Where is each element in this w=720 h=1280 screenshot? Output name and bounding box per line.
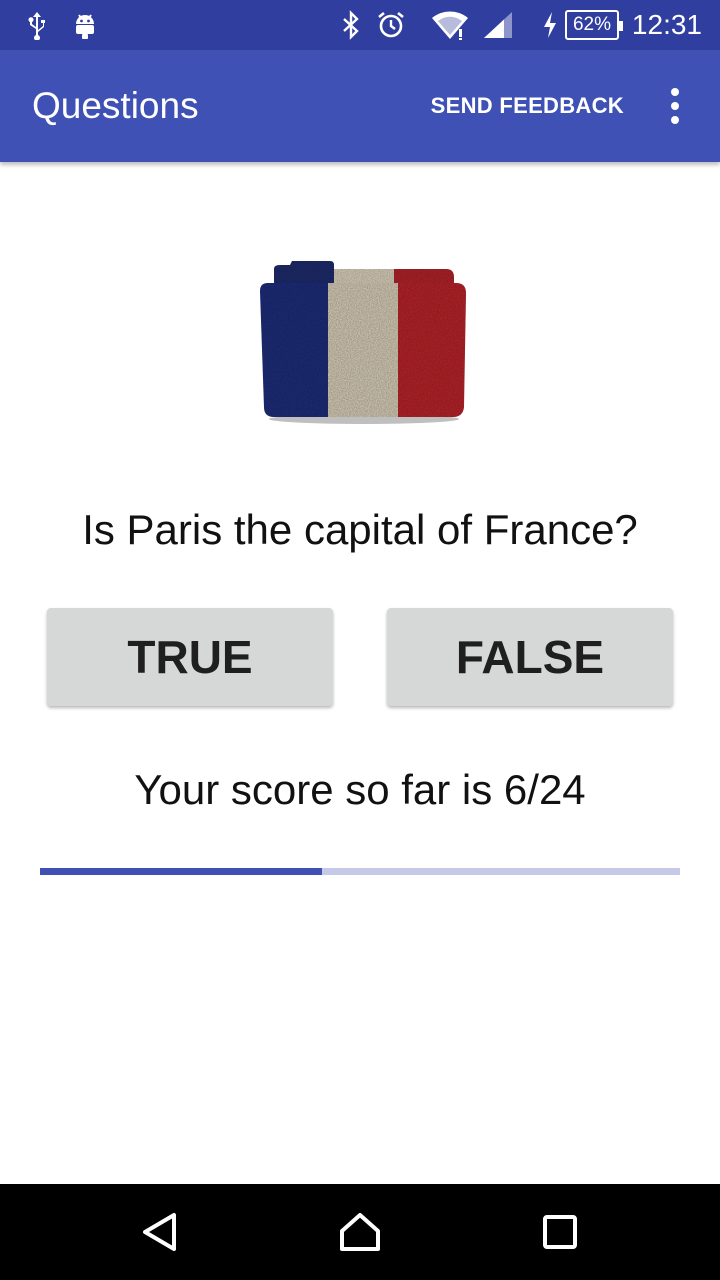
app-title: Questions xyxy=(32,85,199,126)
navigation-bar xyxy=(0,1184,720,1280)
clock: 12:31 xyxy=(631,9,702,40)
bluetooth-icon xyxy=(336,0,366,50)
back-icon[interactable] xyxy=(130,1202,190,1262)
progress-bar xyxy=(40,868,680,875)
home-icon[interactable] xyxy=(330,1202,390,1262)
progress-bar-fill xyxy=(40,868,322,875)
battery-percent: 62% xyxy=(572,14,612,35)
france-flag-folder-icon xyxy=(254,255,470,425)
score-text: Your score so far is 6/24 xyxy=(134,766,586,813)
battery-icon: 62% xyxy=(564,0,623,50)
question-text: Is Paris the capital of France? xyxy=(82,506,638,553)
send-feedback-button[interactable]: SEND FEEDBACK xyxy=(431,50,624,162)
charging-icon xyxy=(540,0,560,50)
status-bar: 62% 12:31 xyxy=(0,0,720,50)
more-vert-icon[interactable] xyxy=(660,88,690,124)
app-bar: Questions SEND FEEDBACK xyxy=(0,50,720,162)
false-button[interactable]: FALSE xyxy=(387,608,673,706)
cell-signal-icon xyxy=(480,0,516,50)
android-debug-icon xyxy=(70,0,100,50)
alarm-icon xyxy=(374,0,408,50)
wifi-icon xyxy=(428,0,472,50)
true-button[interactable]: TRUE xyxy=(47,608,333,706)
recents-icon[interactable] xyxy=(530,1202,590,1262)
usb-icon xyxy=(22,0,52,50)
